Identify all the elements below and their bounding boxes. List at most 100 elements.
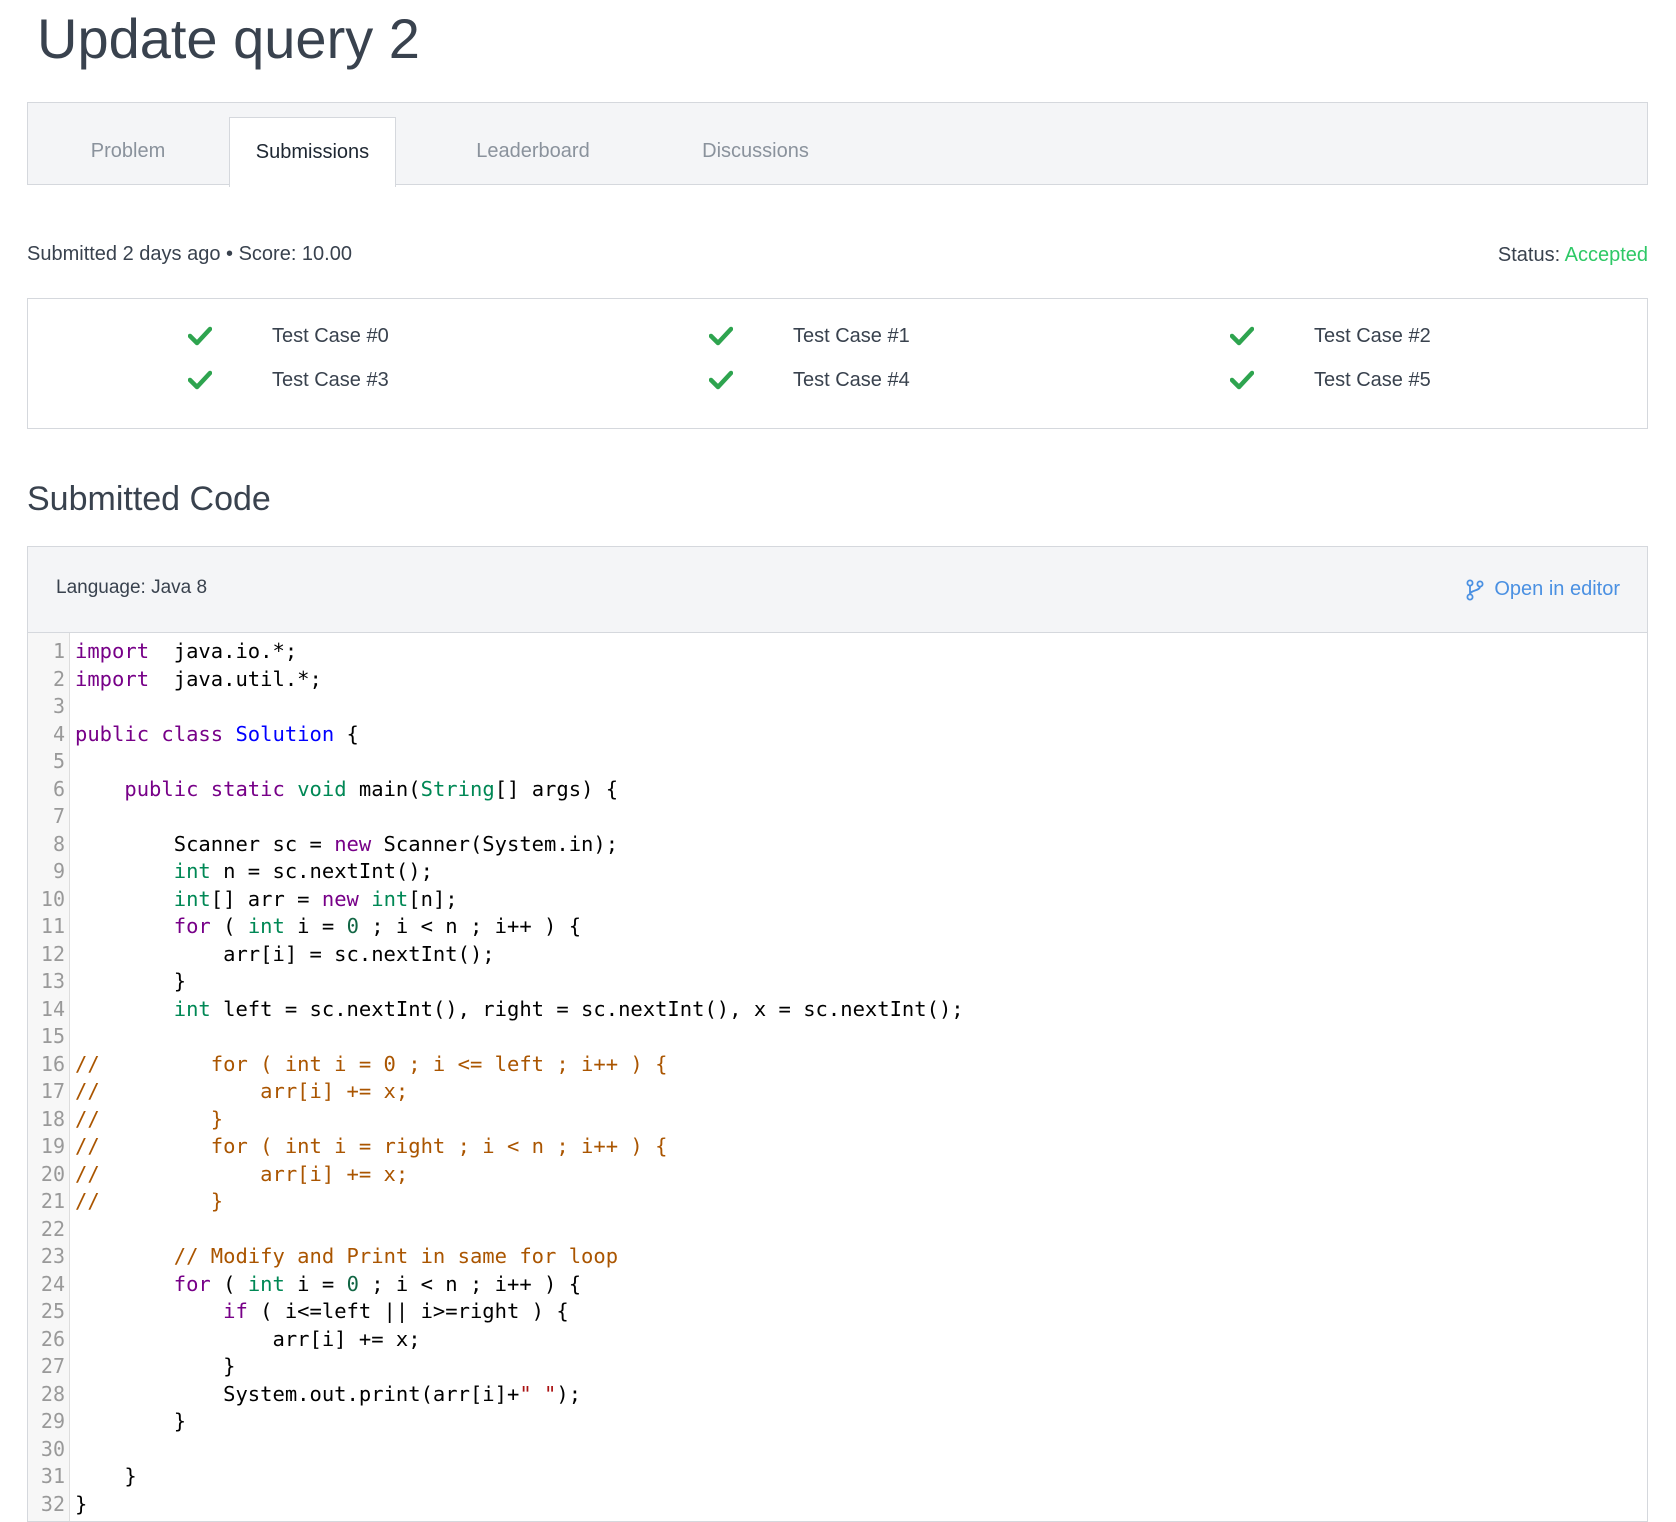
line-number: 12 [40,941,65,966]
line-number: 10 [40,886,65,911]
code-text: Scanner sc = new Scanner(System.in); [75,831,619,856]
check-icon [709,326,733,346]
test-case-label: Test Case #5 [1314,368,1431,391]
code-line: 22 [28,1216,1647,1244]
code-text: arr[i] += x; [75,1326,421,1351]
test-case-label: Test Case #1 [793,324,910,347]
status-value: Accepted [1564,244,1648,266]
submission-summary: Submitted 2 days ago • Score: 10.00 [27,243,352,265]
line-number: 20 [40,1161,65,1186]
code-text: int left = sc.nextInt(), right = sc.next… [173,996,964,1021]
code-text: } [75,969,187,993]
status-label: Status: [1497,244,1561,266]
code-text: for ( int i = 0 ; i < n ; i++ ) { [173,914,582,938]
line-number: 29 [40,1409,65,1433]
test-case-label: Test Case #2 [1314,324,1431,347]
code-line: 21 // } [28,1188,1647,1216]
code-text: System.out.print(arr[i]+" "); [75,1381,582,1406]
language-label: Language: Java 8 [56,577,208,598]
line-number: 13 [40,969,65,993]
code-panel: Language: Java 8 Open in editor 1 import … [27,546,1648,1522]
code-line: 23 // Modify and Print in same for loop [28,1243,1647,1271]
code-text: int n = sc.nextInt(); [173,859,433,883]
code-text: import java.io.*; [75,639,298,663]
check-icon [1230,326,1254,346]
line-number: 23 [40,1244,65,1268]
code-line: 31 } [28,1463,1647,1491]
code-line: 25 if ( i<=left || i>=right ) { [28,1298,1647,1326]
code-editor[interactable]: 1 import java.io.*; 2 import java.util.*; 3 4… [28,633,1647,1521]
tab-discussions[interactable]: Discussions [668,117,843,186]
code-line: 20 // arr[i] += x; [28,1161,1647,1189]
code-lines: 1 import java.io.*; 2 import java.util.*; 3 4… [28,638,1647,1518]
code-text: public class Solution { [75,721,359,746]
code-line: 16 // for ( int i = 0 ; i <= left ; i++ )… [28,1051,1647,1079]
line-number: 28 [40,1381,65,1406]
line-number: 32 [40,1491,65,1516]
line-number: 5 [52,749,65,773]
line-number: 18 [40,1106,65,1131]
code-line: 17 // arr[i] += x; [28,1078,1647,1106]
code-text: // arr[i] += x; [75,1161,409,1186]
test-case-label: Test Case #4 [793,368,910,391]
code-line: 1 import java.io.*; [28,638,1647,666]
code-text: } [75,1491,88,1516]
code-line: 15 [28,1023,1647,1051]
check-icon [709,370,733,390]
code-line: 24 for ( int i = 0 ; i < n ; i++ ) { [28,1271,1647,1299]
line-number: 30 [40,1436,65,1461]
section-title: Submitted Code [27,480,271,518]
code-text: public static void main(String[] args) { [124,776,619,801]
submission-status: Status: Accepted [1498,244,1648,267]
line-number: 7 [52,804,65,828]
line-number: 6 [52,776,65,801]
code-line: 11 for ( int i = 0 ; i < n ; i++ ) { [28,913,1647,941]
git-branch-icon [1466,579,1484,600]
code-line: 10 int[] arr = new int[n]; [28,886,1647,914]
test-case-label: Test Case #0 [272,324,389,347]
line-number: 31 [40,1464,65,1488]
open-in-editor-link[interactable]: Open in editor [1466,578,1620,601]
test-case-label: Test Case #3 [272,368,389,391]
line-number: 11 [40,914,65,938]
code-line: 5 [28,748,1647,776]
check-icon [188,326,212,346]
tab-leaderboard[interactable]: Leaderboard [448,117,618,186]
code-text: // for ( int i = 0 ; i <= left ; i++ ) { [75,1051,668,1076]
line-number: 26 [40,1326,65,1351]
code-text: // Modify and Print in same for loop [173,1244,619,1268]
code-line: 6 public static void main(String[] args)… [28,776,1647,804]
line-number: 2 [52,666,65,691]
line-number: 22 [40,1216,65,1241]
code-line: 29 } [28,1408,1647,1436]
tab-submissions[interactable]: Submissions [229,117,396,187]
code-text: int[] arr = new int[n]; [173,886,458,911]
code-line: 32} [28,1491,1647,1519]
code-line: 9 int n = sc.nextInt(); [28,858,1647,886]
line-number: 8 [52,831,65,856]
code-line: 28 System.out.print(arr[i]+" "); [28,1381,1647,1409]
code-line: 8 Scanner sc = new Scanner(System.in); [28,831,1647,859]
code-text: for ( int i = 0 ; i < n ; i++ ) { [173,1271,582,1296]
code-text: } [75,1464,137,1488]
line-number: 9 [52,859,65,883]
code-line: 30 [28,1436,1647,1464]
page-title: Update query 2 [37,7,420,70]
code-line: 18 // } [28,1106,1647,1134]
line-number: 17 [40,1079,65,1103]
line-number: 19 [40,1134,65,1158]
code-text: // for ( int i = right ; i < n ; i++ ) { [75,1134,668,1158]
tab-problem[interactable]: Problem [28,117,228,186]
code-text: arr[i] = sc.nextInt(); [75,941,495,966]
code-text: // arr[i] += x; [75,1079,409,1103]
tab-bar: Problem Submissions Leaderboard Discussi… [27,102,1648,187]
line-number: 14 [40,996,65,1021]
code-line: 27 } [28,1353,1647,1381]
line-number: 21 [40,1189,65,1213]
code-text: } [75,1354,236,1378]
check-icon [1230,370,1254,390]
line-number: 4 [52,721,65,746]
line-number: 1 [52,639,65,663]
check-icon [188,370,212,390]
code-line: 2 import java.util.*; [28,666,1647,694]
